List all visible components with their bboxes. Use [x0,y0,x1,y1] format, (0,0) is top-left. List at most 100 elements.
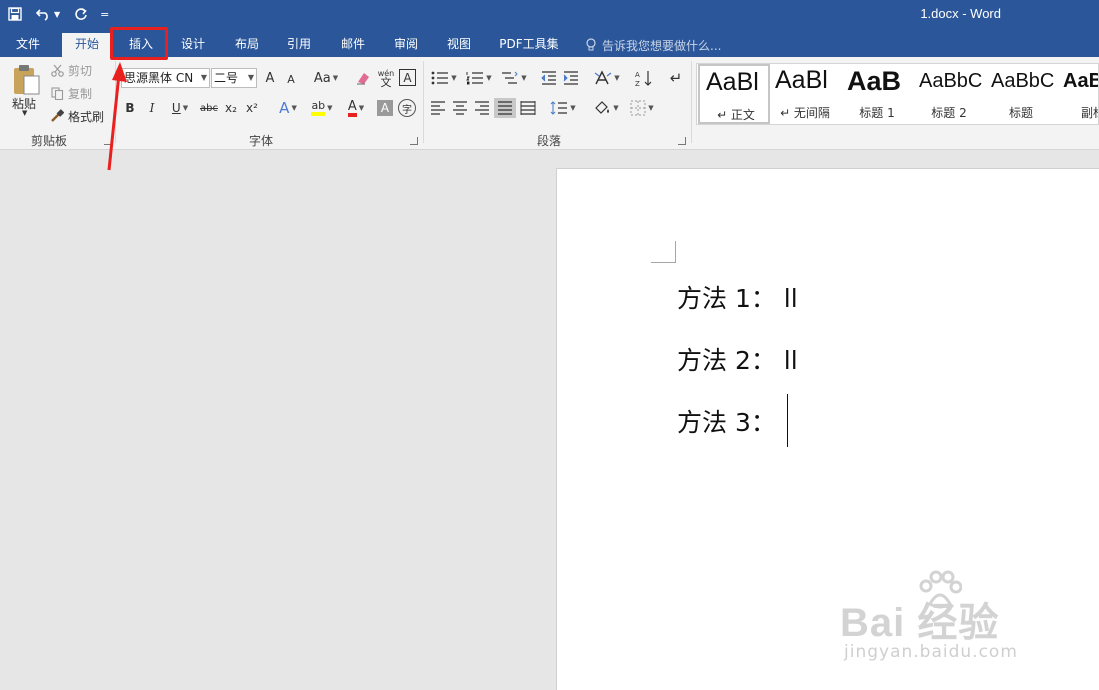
text-cursor [787,394,788,447]
italic-button[interactable]: I [144,99,160,117]
style-name: ↵ 正文 [717,108,755,122]
distributed-icon[interactable] [519,99,537,117]
font-color-label: A [347,100,357,117]
character-shading-button[interactable]: A [377,100,393,116]
line-spacing-icon[interactable]: ▼ [548,99,578,117]
window-title: 1.docx - Word [920,6,1001,21]
style-name: 标题 1 [859,106,895,120]
scissors-icon[interactable] [50,63,64,77]
watermark-url: jingyan.baidu.com [844,642,1018,662]
style-sample: AaBl [775,66,828,94]
numbering-icon[interactable]: ▼ [464,69,494,87]
paragraph-mark-icon[interactable]: ↵ [666,68,686,88]
font-size-combo[interactable]: 二号 ▼ [211,68,257,88]
align-left-icon[interactable] [429,99,447,117]
style-heading-2[interactable]: AaBbC 标题 2 [913,64,985,124]
style-sample: AaBl [706,68,759,96]
format-painter-icon[interactable] [50,109,64,123]
watermark-brand: Bai 经验 [840,601,1000,645]
baidu-watermark: Bai 经验 jingyan.baidu.com [840,570,1050,670]
bullets-icon[interactable]: ▼ [429,69,459,87]
underline-button[interactable]: U ▼ [166,99,194,117]
underline-dropdown-icon[interactable]: ▼ [183,104,188,112]
tab-file[interactable]: 文件 [6,33,50,57]
document-line-3[interactable]: 方法 3： [677,403,776,439]
text-effects-dropdown-icon[interactable]: ▼ [291,104,296,112]
grow-font-button[interactable]: A [262,69,278,87]
highlight-label: ab [311,100,326,116]
tab-review[interactable]: 审阅 [383,33,429,57]
increase-indent-icon[interactable] [562,69,580,87]
subscript-button[interactable]: x₂ [222,99,240,117]
paste-dropdown-icon[interactable]: ▼ [22,109,27,117]
copy-button[interactable]: 复制 [68,85,92,102]
margin-corner-mark [651,241,676,263]
highlight-dropdown-icon[interactable]: ▼ [327,104,332,112]
tab-pdf-tools[interactable]: PDF工具集 [492,33,566,57]
tab-home[interactable]: 开始 [62,33,112,57]
clipboard-group-label: 剪贴板 [31,134,68,148]
copy-icon[interactable] [50,86,64,100]
style-heading-1[interactable]: AaB 标题 1 [841,64,913,124]
style-no-spacing[interactable]: AaBl ↵ 无间隔 [769,64,841,124]
decrease-indent-icon[interactable] [540,69,558,87]
style-subtitle[interactable]: AaB 副标 [1057,64,1098,124]
phonetic-guide-bottom: 文 [380,76,392,89]
align-center-icon[interactable] [451,99,469,117]
style-name: ↵ 无间隔 [780,106,830,120]
character-border-button[interactable]: A [399,69,416,86]
phonetic-guide-button[interactable]: wén 文 [377,67,395,89]
style-title[interactable]: AaBbC 标题 [985,64,1057,124]
shrink-font-button[interactable]: A [284,71,298,87]
font-group-label: 字体 [249,134,274,148]
tab-view[interactable]: 视图 [436,33,482,57]
clear-formatting-icon[interactable] [354,69,372,87]
superscript-button[interactable]: x² [243,99,261,117]
paragraph-launcher-icon[interactable] [678,137,686,145]
multilevel-list-icon[interactable]: ▼ [499,69,529,87]
ribbon-home: 粘贴 ▼ 剪切 复制 格式刷 剪贴板 思源黑体 CN ▼ 二号 ▼ A A Aa… [0,57,1099,150]
font-size-value: 二号 [214,71,239,85]
cut-button[interactable]: 剪切 [68,62,92,79]
tab-design[interactable]: 设计 [170,33,216,57]
strikethrough-button[interactable]: abc [198,99,220,117]
shading-icon[interactable]: ▼ [590,99,622,117]
document-line-1[interactable]: 方法 1： ll [677,279,798,315]
change-case-label: Aa [313,70,331,86]
style-name: 副标 [1080,106,1098,120]
annotation-arrow-icon [107,62,127,171]
font-color-dropdown-icon[interactable]: ▼ [359,104,364,112]
tab-references[interactable]: 引用 [276,33,322,57]
tell-me-box[interactable]: 告诉我您想要做什么... [585,35,721,55]
font-name-dropdown-icon[interactable]: ▼ [201,69,207,87]
font-size-dropdown-icon[interactable]: ▼ [248,69,254,87]
style-sample: AaBbC [919,70,983,92]
tell-me-placeholder: 告诉我您想要做什么... [602,38,722,53]
group-separator [691,61,692,143]
underline-label: U [171,101,181,115]
borders-icon[interactable]: ▼ [626,99,658,117]
enclose-characters-button[interactable]: 字 [398,99,416,117]
group-separator [423,61,424,143]
change-case-dropdown-icon[interactable]: ▼ [333,74,338,82]
document-line-2[interactable]: 方法 2： ll [677,341,798,377]
tab-mailings[interactable]: 邮件 [330,33,376,57]
font-color-button[interactable]: A ▼ [341,99,371,117]
sort-icon[interactable]: AZ [634,68,654,88]
font-launcher-icon[interactable] [410,137,418,145]
chinese-layout-icon[interactable]: ▼ [592,69,622,87]
style-normal[interactable]: AaBl ↵ 正文 [698,64,770,124]
tab-layout[interactable]: 布局 [224,33,270,57]
svg-text:Z: Z [635,80,640,87]
style-sample: AaB [1063,70,1098,92]
highlight-button[interactable]: ab ▼ [307,99,337,117]
style-sample: AaB [847,66,902,96]
align-right-icon[interactable] [473,99,491,117]
text-effects-label: A [279,99,290,117]
justify-icon[interactable] [494,98,516,118]
paste-icon[interactable] [10,63,42,97]
change-case-button[interactable]: Aa ▼ [312,69,340,87]
lightbulb-icon [586,38,596,51]
paragraph-group-label: 段落 [537,134,562,148]
text-effects-button[interactable]: A ▼ [274,99,302,117]
